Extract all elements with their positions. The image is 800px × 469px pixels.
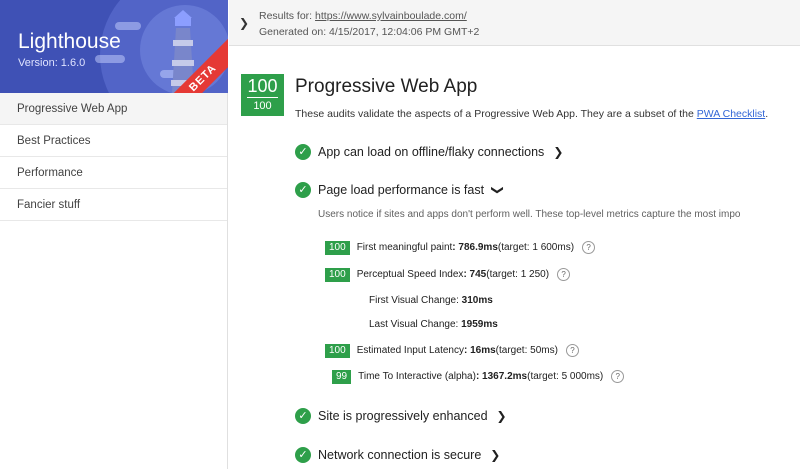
audit-help-text: Users notice if sites and apps don't per… <box>318 209 741 220</box>
audit-network-secure[interactable]: ✓ Network connection is secure ❯ <box>295 446 500 464</box>
metric-score: 100 <box>325 343 350 358</box>
sub-metric-value: 1959ms <box>461 319 498 330</box>
metric-target: (target: 1 250) <box>486 269 550 280</box>
metric-name: Perceptual Speed Index <box>356 269 464 280</box>
lighthouse-logo-banner: Lighthouse Version: 1.6.0 BETA <box>0 0 228 93</box>
sub-metric-first-visual-change: First Visual Change: 310ms <box>369 295 493 306</box>
check-icon: ✓ <box>295 144 311 160</box>
metric-score: 100 <box>325 267 350 282</box>
results-url-link[interactable]: https://www.sylvainboulade.com/ <box>315 10 467 22</box>
metric-score: 99 <box>332 369 352 384</box>
results-prefix: Results for: <box>259 10 316 22</box>
metric-time-to-interactive: 99 Time To Interactive (alpha): 1367.2ms… <box>332 369 625 384</box>
check-icon: ✓ <box>295 447 311 463</box>
help-icon[interactable]: ? <box>557 268 571 281</box>
results-for: Results for: https://www.sylvainboulade.… <box>259 10 467 22</box>
help-icon[interactable]: ? <box>611 370 625 383</box>
metric-first-meaningful-paint: 100 First meaningful paint: 786.9ms (tar… <box>325 240 596 255</box>
category-description-text: These audits validate the aspects of a P… <box>295 108 697 120</box>
check-icon: ✓ <box>295 408 311 424</box>
metric-target: (target: 1 600ms) <box>497 242 575 253</box>
category-score-max: 100 <box>253 100 272 112</box>
metric-value: : 745 <box>463 269 487 280</box>
generated-on: Generated on: 4/15/2017, 12:04:06 PM GMT… <box>259 26 480 38</box>
sidebar-item-performance[interactable]: Performance <box>0 157 227 189</box>
report-header: ❯ Results for: https://www.sylvainboulad… <box>229 0 800 46</box>
metric-name: First meaningful paint <box>356 242 453 253</box>
sidebar-nav: Progressive Web App Best Practices Perfo… <box>0 93 227 221</box>
category-description-suffix: . <box>765 108 769 120</box>
help-icon[interactable]: ? <box>582 241 596 254</box>
audit-label: App can load on offline/flaky connection… <box>318 145 545 159</box>
category-description: These audits validate the aspects of a P… <box>295 108 768 120</box>
chevron-right-icon[interactable]: ❯ <box>490 448 500 462</box>
metric-score: 100 <box>325 240 350 255</box>
audit-progressively-enhanced[interactable]: ✓ Site is progressively enhanced ❯ <box>295 407 507 425</box>
sidebar-item-best-practices[interactable]: Best Practices <box>0 125 227 157</box>
category-score: 100 <box>247 76 278 96</box>
sub-metric-value: 310ms <box>461 295 493 306</box>
sidebar-item-progressive-web-app[interactable]: Progressive Web App <box>0 93 227 125</box>
metric-target: (target: 5 000ms) <box>527 371 604 382</box>
metric-target: (target: 50ms) <box>495 345 558 356</box>
metric-name: Time To Interactive (alpha) <box>358 371 476 382</box>
sidebar-item-fancier-stuff[interactable]: Fancier stuff <box>0 189 227 221</box>
chevron-right-icon[interactable]: ❯ <box>553 145 563 159</box>
audit-page-load-performance[interactable]: ✓ Page load performance is fast ❯ <box>295 181 505 199</box>
help-icon[interactable]: ? <box>565 344 579 357</box>
metric-name: Estimated Input Latency <box>356 345 464 356</box>
check-icon: ✓ <box>295 182 311 198</box>
sub-metric-name: Last Visual Change: <box>369 319 462 330</box>
sub-metric-last-visual-change: Last Visual Change: 1959ms <box>369 319 498 330</box>
app-title: Lighthouse <box>18 30 121 53</box>
chevron-right-icon[interactable]: ❯ <box>497 409 507 423</box>
chevron-right-icon[interactable]: ❯ <box>239 16 249 30</box>
metric-value: : 1367.2ms <box>475 371 528 382</box>
chevron-down-icon[interactable]: ❯ <box>491 185 505 195</box>
audit-label: Network connection is secure <box>318 448 482 462</box>
sidebar: Lighthouse Version: 1.6.0 BETA Progressi… <box>0 0 228 469</box>
metric-value: : 786.9ms <box>452 242 498 253</box>
audit-label: Page load performance is fast <box>318 183 485 197</box>
metric-perceptual-speed-index: 100 Perceptual Speed Index: 745 (target:… <box>325 267 571 282</box>
audit-label: Site is progressively enhanced <box>318 409 488 423</box>
category-score-badge: 100 100 <box>241 74 284 116</box>
metric-value: : 16ms <box>463 345 496 356</box>
pwa-checklist-link[interactable]: PWA Checklist <box>697 108 765 120</box>
sub-metric-name: First Visual Change: <box>369 295 462 306</box>
audit-offline[interactable]: ✓ App can load on offline/flaky connecti… <box>295 143 563 161</box>
category-title: Progressive Web App <box>295 76 478 97</box>
app-version: Version: 1.6.0 <box>18 57 86 69</box>
metric-estimated-input-latency: 100 Estimated Input Latency: 16ms (targe… <box>325 343 579 358</box>
